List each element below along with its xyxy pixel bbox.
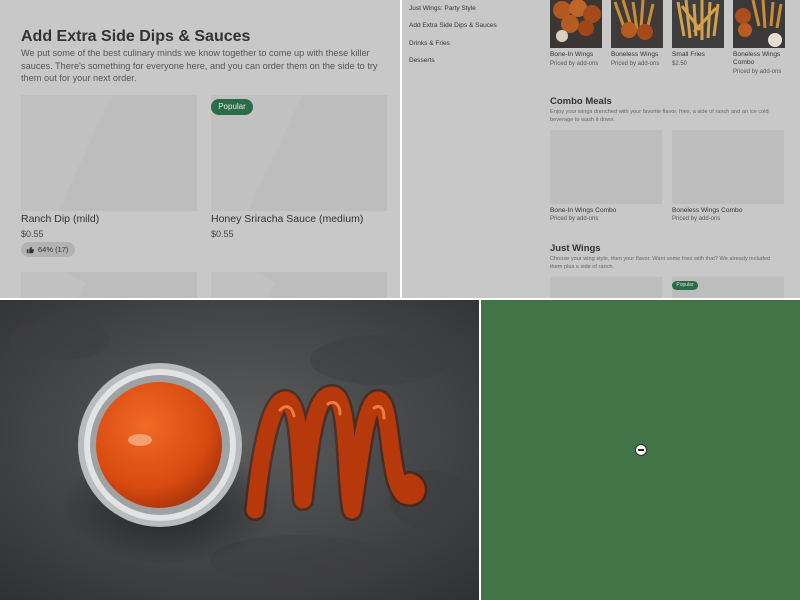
menu-panel: Just Wings: Party Style Add Extra Side D… [402,0,800,298]
rating-badge: 64% (17) [21,242,75,257]
boneless-combo-price: Priced by add-ons [733,69,782,75]
nav-item-desserts[interactable]: Desserts [409,57,435,64]
bone-in-combo-image[interactable] [550,130,662,204]
ranch-dip-image[interactable] [21,95,197,211]
honey-sriracha-price: $0.55 [211,229,234,239]
boneless-wings-name[interactable]: Boneless Wings [611,51,658,59]
nav-item-drinks-fries[interactable]: Drinks & Fries [409,40,450,47]
small-fries-price: $2.50 [672,61,688,67]
bone-in-wings-image[interactable] [550,0,602,48]
sauce-photo [0,300,479,600]
divider-vertical-bottom [479,300,481,600]
sauces-section-panel: Add Extra Side Dips & Sauces We put some… [0,0,400,298]
combo-meals-heading: Combo Meals [550,96,612,107]
loading-panel [481,300,800,600]
nav-item-dips-sauces[interactable]: Add Extra Side Dips & Sauces [409,22,497,29]
combo-meals-description: Enjoy your wings drenched with your favo… [550,109,769,123]
boneless-combo-card-name[interactable]: Boneless Wings Combo [672,207,742,215]
loading-spinner-icon [635,444,647,456]
popular-badge: Popular [211,99,253,115]
next-item-image-right[interactable] [211,272,387,298]
thumbs-up-icon [26,246,34,253]
bone-in-wings-price: Priced by add-ons [550,61,599,67]
rating-text: 64% (17) [38,245,69,254]
ranch-dip-name[interactable]: Ranch Dip (mild) [21,213,99,225]
nav-item-party-style[interactable]: Just Wings: Party Style [409,5,476,12]
small-fries-image[interactable] [672,0,724,48]
boneless-combo-card-price: Priced by add-ons [672,216,721,222]
bone-in-wings-name[interactable]: Bone-In Wings [550,51,593,59]
ranch-dip-price: $0.55 [21,229,44,239]
screenshot-collage: Add Extra Side Dips & Sauces We put some… [0,0,800,600]
bone-in-combo-price: Priced by add-ons [550,216,599,222]
boneless-combo-name[interactable]: Boneless Wings Combo [733,51,789,67]
divider-horizontal [0,298,800,300]
divider-vertical-top [400,0,402,298]
boneless-combo-image[interactable] [733,0,785,48]
boneless-wings-price: Priced by add-ons [611,61,660,67]
boneless-combo-card-image[interactable] [672,130,784,204]
section-title: Add Extra Side Dips & Sauces [21,28,251,45]
just-wings-description: Choose your wing style, then your flavor… [550,256,771,270]
honey-sriracha-name[interactable]: Honey Sriracha Sauce (medium) [211,213,363,225]
boneless-wings-image[interactable] [611,0,663,48]
next-item-image-left[interactable] [21,272,197,298]
sauce-illustration [0,300,479,600]
bone-in-combo-name[interactable]: Bone-In Wings Combo [550,207,616,215]
section-description: We put some of the best culinary minds w… [21,48,378,84]
just-wings-image-left[interactable] [550,277,662,298]
small-fries-name[interactable]: Small Fries [672,51,705,59]
just-wings-popular-badge: Popular [672,281,698,290]
just-wings-heading: Just Wings [550,243,601,254]
